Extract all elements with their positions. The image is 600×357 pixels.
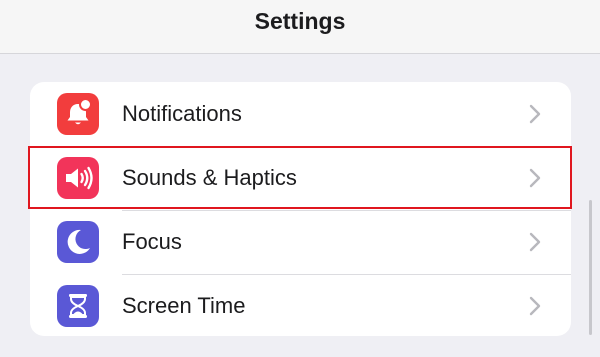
settings-item-label: Focus xyxy=(122,229,182,254)
scroll-indicator[interactable] xyxy=(589,200,592,335)
settings-item-focus[interactable]: Focus xyxy=(30,210,571,274)
page-title: Settings xyxy=(254,8,346,34)
hourglass-icon xyxy=(57,285,99,327)
chevron-right-icon xyxy=(529,104,541,124)
settings-group: Notifications Sounds & Haptics Focus Scr… xyxy=(30,82,571,336)
chevron-right-icon xyxy=(529,296,541,316)
settings-item-label: Screen Time xyxy=(122,293,246,318)
highlight-box xyxy=(28,146,572,209)
chevron-right-icon xyxy=(529,232,541,252)
navigation-bar: Settings xyxy=(0,0,600,54)
moon-icon xyxy=(57,221,99,263)
notifications-bell-icon xyxy=(57,93,99,135)
settings-item-notifications[interactable]: Notifications xyxy=(30,82,571,146)
settings-item-screen-time[interactable]: Screen Time xyxy=(30,274,571,336)
settings-item-label: Notifications xyxy=(122,101,242,126)
